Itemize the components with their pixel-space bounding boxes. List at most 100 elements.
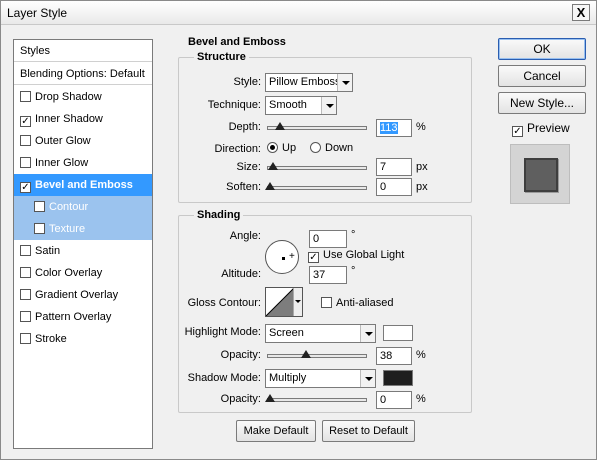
style-item-checkbox[interactable]: ✓: [20, 116, 31, 127]
direction-down-option[interactable]: Down: [310, 142, 353, 154]
style-item-drop-shadow[interactable]: Drop Shadow: [14, 86, 152, 108]
new-style-button[interactable]: New Style...: [498, 92, 586, 114]
style-item-checkbox[interactable]: [20, 245, 31, 256]
make-default-button[interactable]: Make Default: [236, 420, 316, 442]
size-input[interactable]: 7: [376, 158, 412, 176]
style-item-pattern-overlay[interactable]: Pattern Overlay: [14, 306, 152, 328]
depth-label: Depth:: [228, 121, 261, 133]
highlight-opacity-label: Opacity:: [220, 349, 261, 361]
size-slider[interactable]: [267, 162, 367, 170]
title-bar: Layer Style X: [1, 1, 596, 25]
soften-label: Soften:: [226, 181, 261, 193]
gloss-contour-picker[interactable]: [265, 287, 303, 317]
style-item-label: Inner Shadow: [35, 113, 103, 125]
blending-options-item[interactable]: Blending Options: Default: [14, 63, 152, 85]
depth-slider-thumb[interactable]: [275, 122, 285, 130]
style-label: Style:: [233, 76, 261, 88]
style-item-checkbox[interactable]: [20, 333, 31, 344]
direction-down-label: Down: [325, 142, 354, 154]
style-item-checkbox[interactable]: [34, 201, 45, 212]
use-global-light-option[interactable]: ✓ Use Global Light: [308, 249, 404, 263]
technique-select[interactable]: Smooth: [265, 96, 337, 115]
anti-aliased-checkbox[interactable]: [321, 297, 332, 308]
soften-input[interactable]: 0: [376, 178, 412, 196]
style-item-checkbox[interactable]: [20, 157, 31, 168]
highlight-opacity-input[interactable]: 38: [376, 347, 412, 365]
style-item-checkbox[interactable]: ✓: [20, 182, 31, 193]
style-preview-swatch: [524, 158, 558, 192]
preview-option[interactable]: ✓ Preview: [512, 121, 570, 137]
structure-legend: Structure: [194, 51, 249, 63]
shadow-opacity-unit: %: [416, 393, 426, 405]
shadow-opacity-slider[interactable]: [265, 394, 367, 402]
size-slider-thumb[interactable]: [268, 162, 278, 170]
anti-aliased-option[interactable]: Anti-aliased: [321, 297, 393, 309]
style-item-label: Inner Glow: [35, 157, 89, 169]
direction-up-option[interactable]: Up: [267, 142, 296, 154]
use-global-light-checkbox[interactable]: ✓: [308, 252, 319, 263]
size-label: Size:: [236, 161, 261, 173]
style-item-label: Texture: [49, 223, 86, 235]
style-item-checkbox[interactable]: [20, 135, 31, 146]
highlight-color-swatch[interactable]: [383, 325, 413, 341]
shadow-mode-select[interactable]: Multiply: [265, 369, 376, 388]
style-item-checkbox[interactable]: [34, 223, 45, 234]
styles-header[interactable]: Styles: [14, 40, 152, 62]
chevron-down-icon[interactable]: [293, 288, 302, 316]
style-item-checkbox[interactable]: [20, 91, 31, 102]
shadow-opacity-input[interactable]: 0: [376, 391, 412, 409]
angle-dial-center: [282, 257, 285, 260]
style-item-bevel-and-emboss[interactable]: ✓ Bevel and Emboss: [14, 174, 152, 196]
style-item-inner-glow[interactable]: Inner Glow: [14, 152, 152, 174]
reset-to-default-button[interactable]: Reset to Default: [322, 420, 415, 442]
style-select[interactable]: Pillow Emboss: [265, 73, 353, 92]
shading-legend: Shading: [194, 209, 244, 221]
cancel-button[interactable]: Cancel: [498, 65, 586, 87]
style-item-checkbox[interactable]: [20, 267, 31, 278]
style-item-checkbox[interactable]: [20, 311, 31, 322]
style-item-label: Pattern Overlay: [35, 311, 112, 323]
direction-down-radio[interactable]: [310, 142, 321, 153]
style-item-label: Contour: [49, 201, 89, 213]
angle-input[interactable]: 0: [309, 230, 347, 248]
style-item-inner-shadow[interactable]: ✓ Inner Shadow: [14, 108, 152, 130]
highlight-mode-value: Screen: [269, 327, 304, 339]
ok-button[interactable]: OK: [498, 38, 586, 60]
shadow-mode-value: Multiply: [269, 372, 307, 384]
depth-input[interactable]: 113: [376, 119, 412, 137]
highlight-mode-label: Highlight Mode:: [184, 326, 261, 338]
style-item-gradient-overlay[interactable]: Gradient Overlay: [14, 284, 152, 306]
chevron-down-icon: [337, 74, 352, 91]
chevron-down-icon: [360, 370, 375, 387]
crosshair-icon: +: [289, 251, 295, 262]
style-item-checkbox[interactable]: [20, 289, 31, 300]
highlight-opacity-slider[interactable]: [267, 350, 367, 358]
close-button[interactable]: X: [572, 4, 590, 21]
soften-slider-thumb[interactable]: [265, 182, 275, 190]
use-global-light-label: Use Global Light: [323, 249, 405, 261]
style-item-stroke[interactable]: Stroke: [14, 328, 152, 350]
altitude-input[interactable]: 37: [309, 266, 347, 284]
style-item-satin[interactable]: Satin: [14, 240, 152, 262]
style-item-label: Stroke: [35, 333, 67, 345]
shadow-opacity-thumb[interactable]: [265, 394, 275, 402]
depth-slider[interactable]: [267, 122, 367, 130]
technique-label: Technique:: [207, 99, 261, 111]
style-item-label: Outer Glow: [35, 135, 91, 147]
chevron-down-icon: [360, 325, 375, 342]
style-item-contour[interactable]: Contour: [14, 196, 152, 218]
direction-up-radio[interactable]: [267, 142, 278, 153]
layer-style-dialog: Layer Style X Styles Blending Options: D…: [0, 0, 597, 460]
highlight-mode-select[interactable]: Screen: [265, 324, 376, 343]
style-item-texture[interactable]: Texture: [14, 218, 152, 240]
soften-slider[interactable]: [265, 182, 367, 190]
style-item-outer-glow[interactable]: Outer Glow: [14, 130, 152, 152]
altitude-unit: °: [351, 265, 356, 277]
highlight-opacity-thumb[interactable]: [301, 350, 311, 358]
preview-checkbox[interactable]: ✓: [512, 126, 523, 137]
shadow-color-swatch[interactable]: [383, 370, 413, 386]
style-item-color-overlay[interactable]: Color Overlay: [14, 262, 152, 284]
angle-dial[interactable]: +: [265, 240, 299, 274]
soften-unit: px: [416, 181, 428, 193]
angle-label: Angle:: [229, 230, 261, 242]
